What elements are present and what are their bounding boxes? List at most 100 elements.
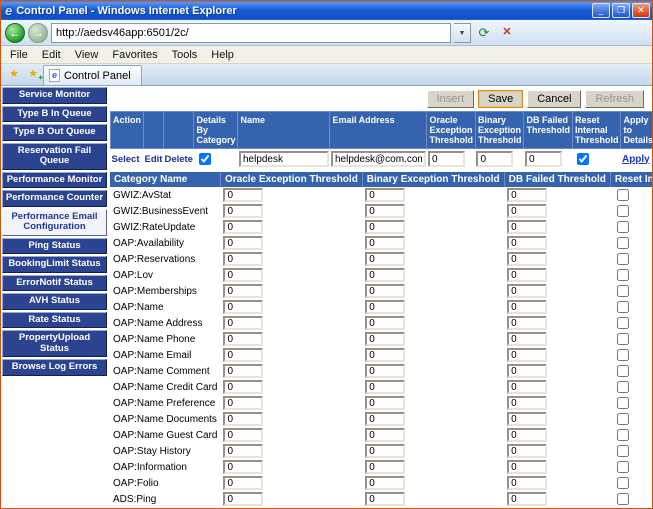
binary-threshold-input[interactable] bbox=[365, 476, 405, 490]
binary-threshold-input[interactable] bbox=[365, 348, 405, 362]
db-threshold-input[interactable] bbox=[507, 236, 547, 250]
refresh-icon[interactable]: ⟳ bbox=[474, 24, 494, 42]
maximize-button[interactable]: ❐ bbox=[612, 3, 630, 18]
oracle-threshold-input[interactable] bbox=[223, 460, 263, 474]
insert-button[interactable]: Insert bbox=[427, 90, 475, 108]
db-threshold-input[interactable] bbox=[507, 364, 547, 378]
details-by-category-checkbox[interactable] bbox=[199, 153, 211, 165]
oracle-threshold-input[interactable] bbox=[223, 188, 263, 202]
favorites-star-icon[interactable]: ★ bbox=[5, 66, 23, 83]
reset-internal-checkbox[interactable] bbox=[577, 153, 589, 165]
minimize-button[interactable]: _ bbox=[592, 3, 610, 18]
db-threshold-input[interactable] bbox=[507, 460, 547, 474]
oracle-threshold-input[interactable] bbox=[223, 204, 263, 218]
binary-threshold-input[interactable] bbox=[365, 284, 405, 298]
db-threshold-input[interactable] bbox=[507, 444, 547, 458]
address-bar[interactable] bbox=[51, 23, 451, 43]
sidebar-item-performance-email-configuration[interactable]: Performance Email Configuration bbox=[2, 209, 107, 236]
db-threshold-input[interactable] bbox=[507, 476, 547, 490]
menu-view[interactable]: View bbox=[68, 48, 106, 62]
oracle-threshold-input[interactable] bbox=[428, 151, 465, 167]
reset-threshold-checkbox[interactable] bbox=[617, 445, 629, 457]
oracle-threshold-input[interactable] bbox=[223, 412, 263, 426]
binary-threshold-input[interactable] bbox=[365, 412, 405, 426]
db-threshold-input[interactable] bbox=[507, 396, 547, 410]
sidebar-item-reservation-fail-queue[interactable]: Reservation Fail Queue bbox=[2, 143, 107, 170]
binary-threshold-input[interactable] bbox=[365, 268, 405, 282]
menu-edit[interactable]: Edit bbox=[35, 48, 68, 62]
edit-link[interactable]: Edit bbox=[145, 154, 163, 165]
menu-file[interactable]: File bbox=[3, 48, 35, 62]
reset-threshold-checkbox[interactable] bbox=[617, 333, 629, 345]
binary-threshold-input[interactable] bbox=[365, 428, 405, 442]
db-threshold-input[interactable] bbox=[507, 188, 547, 202]
oracle-threshold-input[interactable] bbox=[223, 236, 263, 250]
binary-threshold-input[interactable] bbox=[365, 380, 405, 394]
db-threshold-input[interactable] bbox=[507, 332, 547, 346]
binary-threshold-input[interactable] bbox=[365, 220, 405, 234]
reset-threshold-checkbox[interactable] bbox=[617, 253, 629, 265]
reset-threshold-checkbox[interactable] bbox=[617, 221, 629, 233]
binary-threshold-input[interactable] bbox=[365, 204, 405, 218]
oracle-threshold-input[interactable] bbox=[223, 332, 263, 346]
binary-threshold-input[interactable] bbox=[365, 332, 405, 346]
reset-threshold-checkbox[interactable] bbox=[617, 413, 629, 425]
email-input[interactable] bbox=[331, 151, 426, 167]
binary-threshold-input[interactable] bbox=[365, 236, 405, 250]
db-threshold-input[interactable] bbox=[525, 151, 562, 167]
sidebar-item-avh-status[interactable]: AVH Status bbox=[2, 293, 107, 310]
add-favorite-icon[interactable]: ★+ bbox=[24, 66, 42, 83]
sidebar-item-ping-status[interactable]: Ping Status bbox=[2, 238, 107, 255]
stop-icon[interactable]: ✕ bbox=[497, 24, 517, 42]
oracle-threshold-input[interactable] bbox=[223, 268, 263, 282]
menu-tools[interactable]: Tools bbox=[165, 48, 205, 62]
db-threshold-input[interactable] bbox=[507, 492, 547, 506]
reset-threshold-checkbox[interactable] bbox=[617, 493, 629, 505]
binary-threshold-input[interactable] bbox=[365, 188, 405, 202]
oracle-threshold-input[interactable] bbox=[223, 396, 263, 410]
db-threshold-input[interactable] bbox=[507, 220, 547, 234]
reset-threshold-checkbox[interactable] bbox=[617, 365, 629, 377]
oracle-threshold-input[interactable] bbox=[223, 476, 263, 490]
db-threshold-input[interactable] bbox=[507, 412, 547, 426]
db-threshold-input[interactable] bbox=[507, 348, 547, 362]
menu-help[interactable]: Help bbox=[204, 48, 241, 62]
db-threshold-input[interactable] bbox=[507, 252, 547, 266]
sidebar-item-service-monitor[interactable]: Service Monitor bbox=[2, 87, 107, 104]
reset-threshold-checkbox[interactable] bbox=[617, 269, 629, 281]
reset-threshold-checkbox[interactable] bbox=[617, 301, 629, 313]
sidebar-item-errornotif-status[interactable]: ErrorNotif Status bbox=[2, 275, 107, 292]
select-link[interactable]: Select bbox=[112, 154, 140, 165]
binary-threshold-input[interactable] bbox=[476, 151, 513, 167]
reset-threshold-checkbox[interactable] bbox=[617, 189, 629, 201]
reset-threshold-checkbox[interactable] bbox=[617, 237, 629, 249]
sidebar-item-type-b-out-queue[interactable]: Type B Out Queue bbox=[2, 124, 107, 141]
db-threshold-input[interactable] bbox=[507, 204, 547, 218]
binary-threshold-input[interactable] bbox=[365, 364, 405, 378]
binary-threshold-input[interactable] bbox=[365, 252, 405, 266]
oracle-threshold-input[interactable] bbox=[223, 348, 263, 362]
reset-threshold-checkbox[interactable] bbox=[617, 205, 629, 217]
db-threshold-input[interactable] bbox=[507, 380, 547, 394]
sidebar-item-bookinglimit-status[interactable]: BookingLimit Status bbox=[2, 256, 107, 273]
refresh-button[interactable]: Refresh bbox=[585, 90, 644, 108]
sidebar-item-propertyupload-status[interactable]: PropertyUpload Status bbox=[2, 330, 107, 357]
sidebar-item-performance-monitor[interactable]: Performance Monitor bbox=[2, 172, 107, 189]
binary-threshold-input[interactable] bbox=[365, 444, 405, 458]
apply-link[interactable]: Apply bbox=[622, 154, 650, 165]
close-button[interactable]: ✕ bbox=[632, 3, 650, 18]
binary-threshold-input[interactable] bbox=[365, 492, 405, 506]
reset-threshold-checkbox[interactable] bbox=[617, 477, 629, 489]
oracle-threshold-input[interactable] bbox=[223, 284, 263, 298]
db-threshold-input[interactable] bbox=[507, 428, 547, 442]
oracle-threshold-input[interactable] bbox=[223, 252, 263, 266]
reset-threshold-checkbox[interactable] bbox=[617, 317, 629, 329]
oracle-threshold-input[interactable] bbox=[223, 220, 263, 234]
oracle-threshold-input[interactable] bbox=[223, 316, 263, 330]
delete-link[interactable]: Delete bbox=[164, 154, 193, 165]
reset-threshold-checkbox[interactable] bbox=[617, 429, 629, 441]
reset-threshold-checkbox[interactable] bbox=[617, 349, 629, 361]
oracle-threshold-input[interactable] bbox=[223, 444, 263, 458]
binary-threshold-input[interactable] bbox=[365, 300, 405, 314]
address-dropdown-icon[interactable]: ▼ bbox=[454, 23, 471, 43]
